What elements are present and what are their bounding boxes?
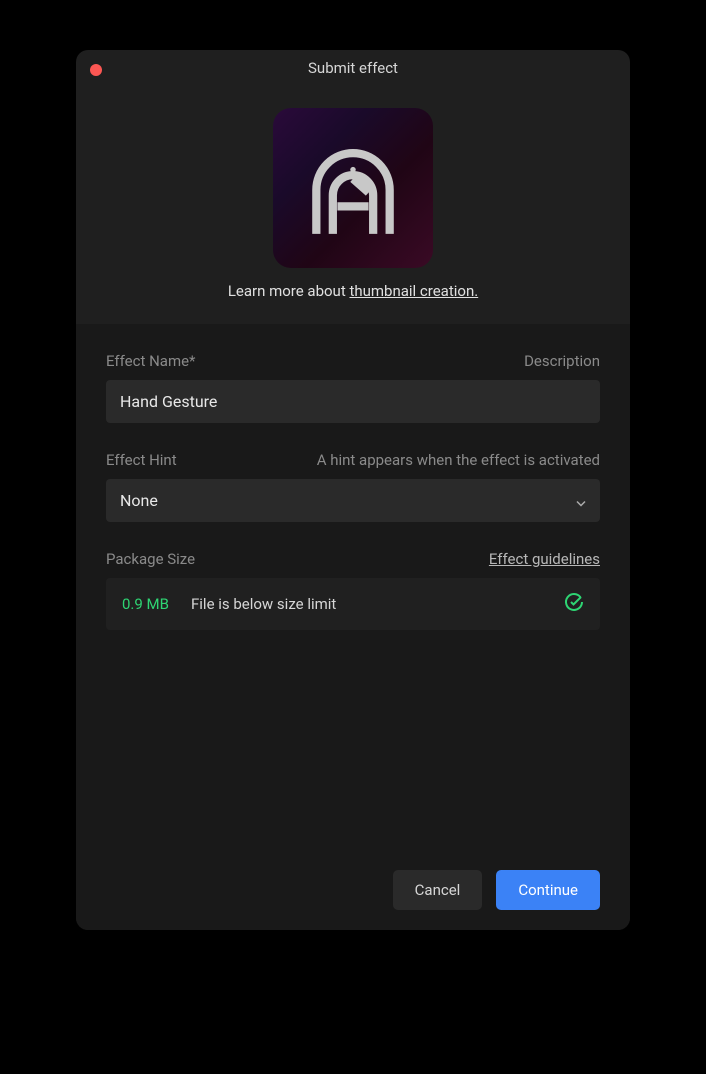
effect-name-header: Effect Name* Description	[106, 352, 600, 370]
learn-more-text: Learn more about thumbnail creation.	[228, 282, 478, 300]
spacer	[106, 658, 600, 850]
footer-buttons: Cancel Continue	[106, 850, 600, 910]
thumbnail-section: Learn more about thumbnail creation.	[76, 78, 630, 324]
package-size-value: 0.9 MB	[122, 595, 169, 613]
thumbnail-arch-icon	[298, 133, 408, 243]
close-icon[interactable]	[90, 64, 102, 76]
effect-hint-label: Effect Hint	[106, 451, 177, 469]
package-size-message: File is below size limit	[191, 595, 336, 613]
window-title: Submit effect	[308, 59, 398, 77]
effect-hint-desc: A hint appears when the effect is activa…	[317, 451, 600, 469]
thumbnail-preview[interactable]	[273, 108, 433, 268]
effect-hint-select[interactable]: None	[106, 479, 600, 522]
package-size-field: Package Size Effect guidelines 0.9 MB Fi…	[106, 550, 600, 630]
package-size-left: 0.9 MB File is below size limit	[122, 595, 336, 613]
effect-name-hint: Description	[524, 352, 600, 370]
effect-name-field: Effect Name* Description	[106, 352, 600, 423]
effect-hint-select-wrap: None	[106, 479, 600, 522]
package-size-box: 0.9 MB File is below size limit	[106, 578, 600, 630]
titlebar: Submit effect	[76, 50, 630, 78]
effect-hint-field: Effect Hint A hint appears when the effe…	[106, 451, 600, 522]
form-section: Effect Name* Description Effect Hint A h…	[76, 324, 630, 930]
effect-guidelines-link[interactable]: Effect guidelines	[489, 550, 600, 568]
effect-name-label: Effect Name*	[106, 352, 196, 370]
package-size-header: Package Size Effect guidelines	[106, 550, 600, 568]
effect-hint-header: Effect Hint A hint appears when the effe…	[106, 451, 600, 469]
check-circle-icon	[564, 592, 584, 616]
learn-more-prefix: Learn more about	[228, 282, 350, 300]
package-size-label: Package Size	[106, 550, 195, 568]
thumbnail-creation-link[interactable]: thumbnail creation.	[349, 282, 478, 300]
cancel-button[interactable]: Cancel	[393, 870, 483, 910]
continue-button[interactable]: Continue	[496, 870, 600, 910]
submit-effect-window: Submit effect Learn more about thumbnail…	[76, 50, 630, 930]
effect-name-input[interactable]	[106, 380, 600, 423]
